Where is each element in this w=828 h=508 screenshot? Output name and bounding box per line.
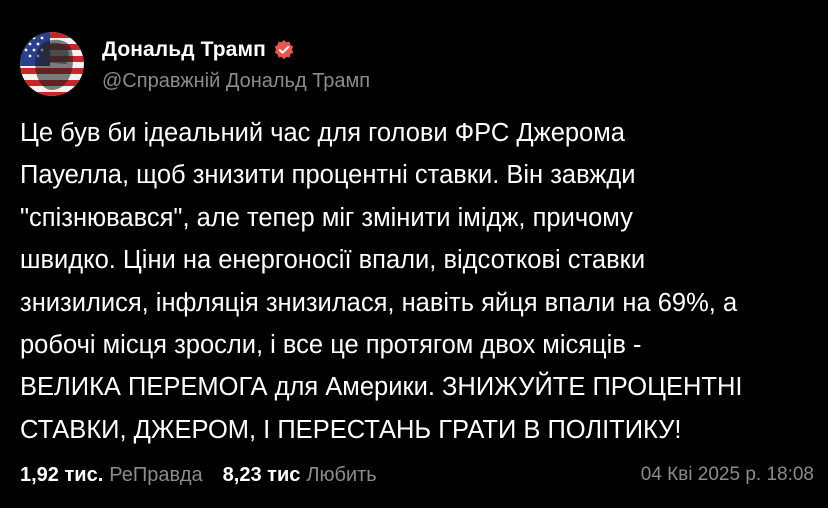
post-footer: 1,92 тис. РеПравда 8,23 тис Любить 04 Кв…	[20, 460, 820, 490]
post-line: "спізнювався", але тепер міг змінити імі…	[20, 203, 633, 232]
post-line: швидко. Ціни на енергоносії впали, відсо…	[20, 246, 646, 275]
reposts-count: 1,92 тис.	[20, 463, 104, 486]
post-line: СТАВКИ, ДЖЕРОМ, І ПЕРЕСТАНЬ ГРАТИ В ПОЛІ…	[20, 415, 682, 444]
likes-label: Любить	[306, 463, 377, 486]
author-handle[interactable]: @Справжній Дональд Трамп	[102, 70, 370, 93]
likes-stat[interactable]: 8,23 тис Любить	[223, 464, 377, 487]
avatar-image	[20, 32, 84, 96]
author-row: Дональд Трамп	[102, 36, 295, 64]
post-line: робочі місця зросли, і все це протягом д…	[20, 331, 642, 360]
post-line: Пауелла, щоб знизити процентні ставки. В…	[20, 161, 636, 190]
post: Дональд Трамп @Справжній Дональд Трамп Ц…	[0, 0, 828, 508]
post-body: Це був би ідеальний час для голови ФРС Д…	[20, 112, 818, 451]
avatar[interactable]	[20, 32, 84, 96]
verified-badge-icon	[273, 39, 295, 61]
post-line: знизилися, інфляція знизилася, навіть яй…	[20, 288, 738, 317]
post-timestamp[interactable]: 04 Кві 2025 р. 18:08	[641, 464, 814, 486]
reposts-label: РеПравда	[109, 463, 203, 486]
reposts-stat[interactable]: 1,92 тис. РеПравда	[20, 464, 203, 487]
post-line: Це був би ідеальний час для голови ФРС Д…	[20, 119, 625, 147]
likes-count: 8,23 тис	[222, 463, 301, 486]
post-line: ВЕЛИКА ПЕРЕМОГА для Америки. ЗНИЖУЙТЕ ПР…	[20, 373, 743, 402]
author-name[interactable]: Дональд Трамп	[102, 38, 266, 62]
